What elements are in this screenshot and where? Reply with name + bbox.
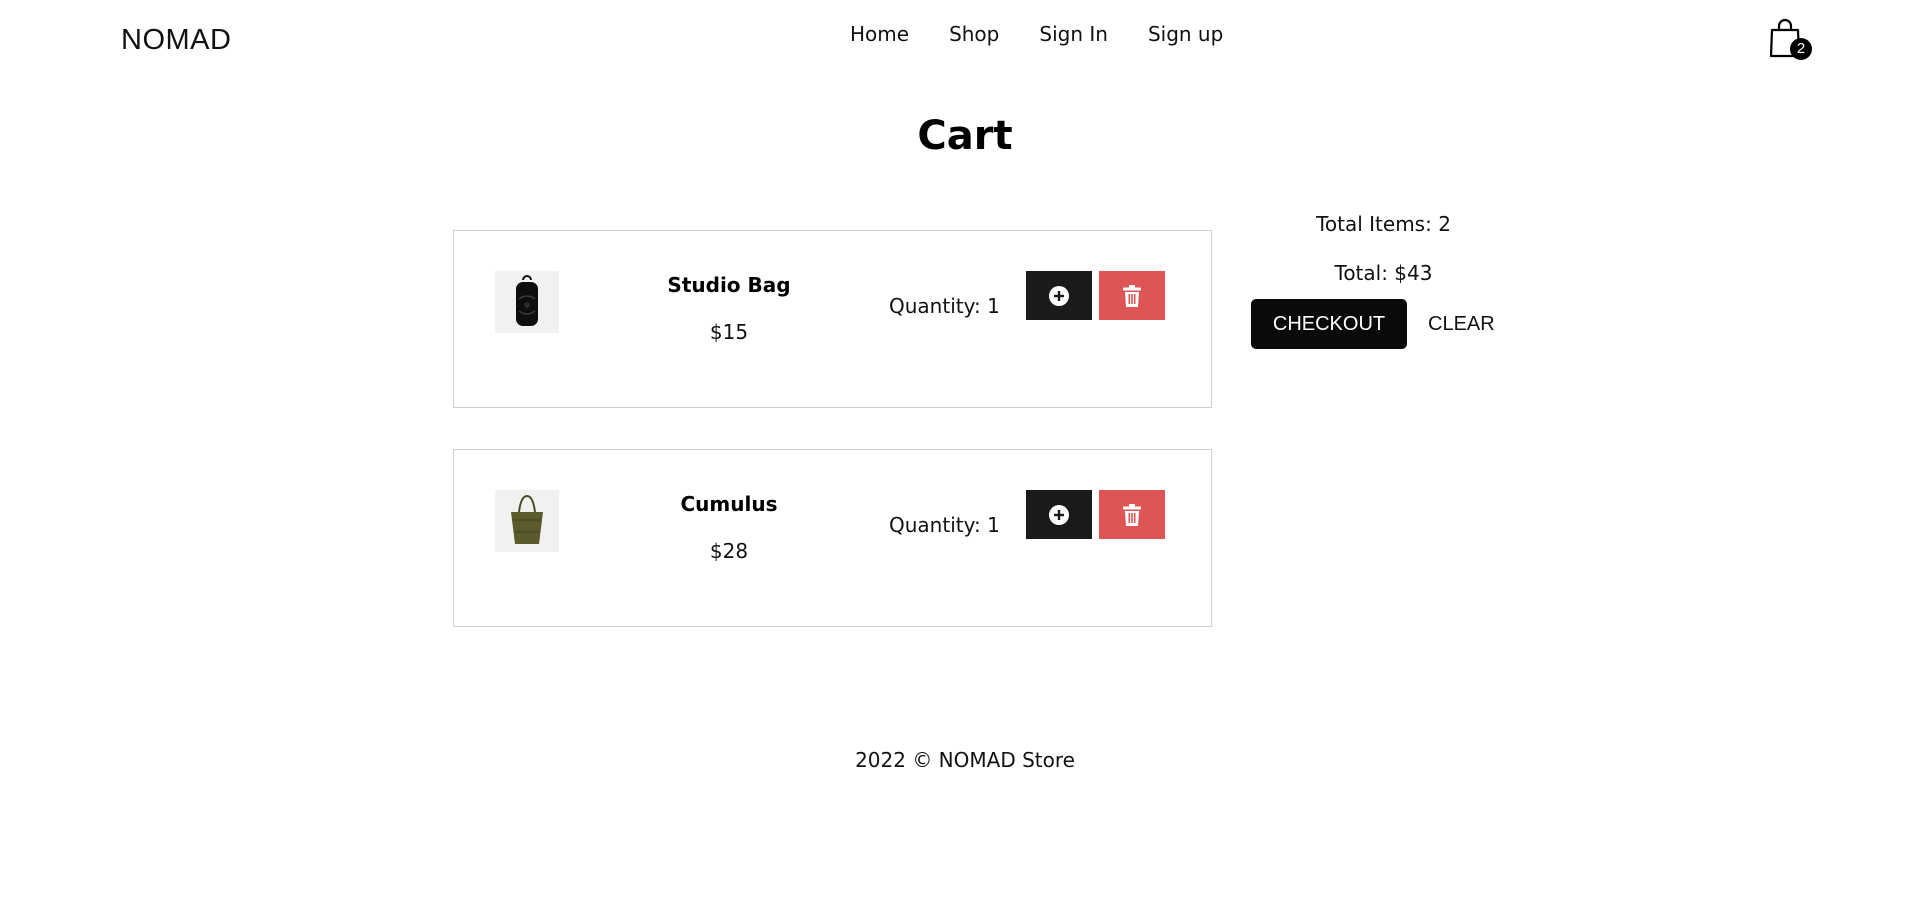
- cart-count-badge: 2: [1790, 38, 1812, 60]
- site-header: NOMAD Home Shop Sign In Sign up 2: [0, 0, 1920, 84]
- remove-item-button[interactable]: [1099, 271, 1165, 320]
- item-name: Cumulus: [680, 492, 778, 516]
- tote-bag-icon: [495, 490, 559, 552]
- increase-quantity-button[interactable]: [1026, 490, 1092, 539]
- main-nav: Home Shop Sign In Sign up: [850, 22, 1223, 46]
- product-image: [495, 271, 559, 333]
- clear-cart-button[interactable]: CLEAR: [1428, 313, 1495, 336]
- cart-button[interactable]: 2: [1768, 18, 1814, 64]
- increase-quantity-button[interactable]: [1026, 271, 1092, 320]
- site-footer: 2022 © NOMAD Store: [855, 748, 1075, 772]
- cart-items-list: Studio Bag $15 Quantity: 1 Cumulus $28 Q…: [453, 230, 1212, 668]
- nav-home[interactable]: Home: [850, 22, 909, 46]
- remove-item-button[interactable]: [1099, 490, 1165, 539]
- total-price-text: Total: $43: [1334, 261, 1433, 285]
- item-quantity: Quantity: 1: [889, 294, 1000, 318]
- total-items-text: Total Items: 2: [1316, 212, 1451, 236]
- trash-icon: [1123, 284, 1141, 307]
- item-info: Studio Bag $15: [629, 273, 829, 344]
- plus-circle-icon: [1049, 285, 1069, 306]
- brand-logo[interactable]: NOMAD: [121, 24, 231, 57]
- item-info: Cumulus $28: [629, 492, 829, 563]
- nav-shop[interactable]: Shop: [949, 22, 999, 46]
- summary-actions: CHECKOUT CLEAR: [1251, 299, 1521, 349]
- item-quantity: Quantity: 1: [889, 513, 1000, 537]
- page-title: Cart: [917, 113, 1013, 159]
- item-name: Studio Bag: [667, 273, 791, 297]
- cart-summary: Total Items: 2 Total: $43 CHECKOUT CLEAR: [1251, 212, 1521, 349]
- backpack-icon: [495, 271, 559, 333]
- item-price: $28: [709, 539, 749, 563]
- cart-item: Cumulus $28 Quantity: 1: [453, 449, 1212, 627]
- nav-sign-in[interactable]: Sign In: [1039, 22, 1108, 46]
- cart-item: Studio Bag $15 Quantity: 1: [453, 230, 1212, 408]
- product-image: [495, 490, 559, 552]
- checkout-button[interactable]: CHECKOUT: [1251, 299, 1407, 349]
- plus-circle-icon: [1049, 504, 1069, 525]
- nav-sign-up[interactable]: Sign up: [1148, 22, 1223, 46]
- item-price: $15: [709, 320, 749, 344]
- trash-icon: [1123, 503, 1141, 526]
